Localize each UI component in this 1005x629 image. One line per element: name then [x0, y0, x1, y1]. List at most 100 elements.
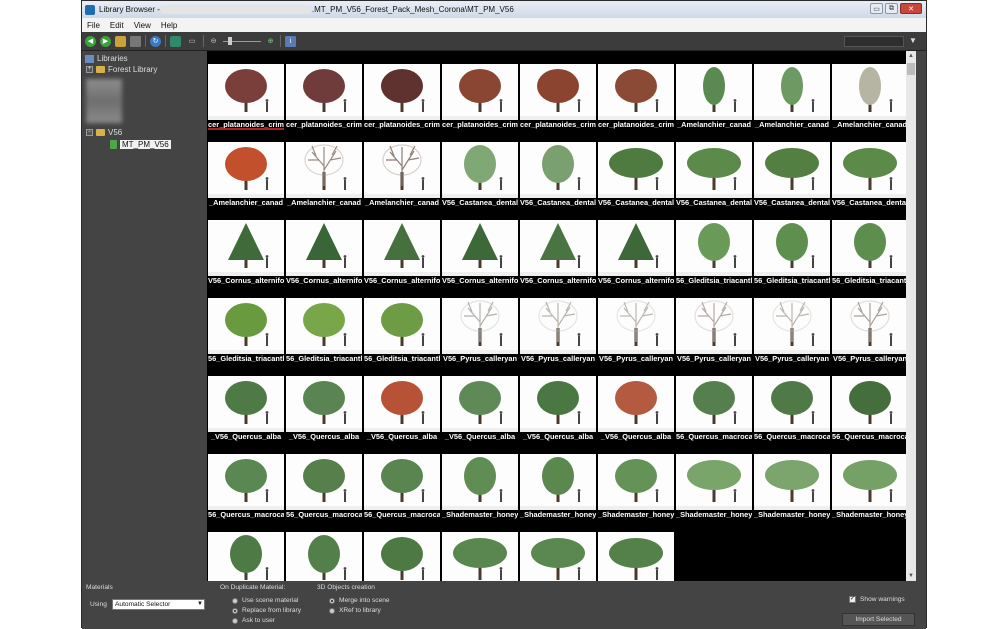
- search-input[interactable]: [844, 36, 904, 47]
- radio-dot[interactable]: [232, 607, 238, 614]
- thumbnail-item[interactable]: _V56_Quercus_alba: [364, 376, 440, 454]
- thumbnail-item[interactable]: V56_Castanea_dental: [442, 142, 518, 220]
- radio-merge-into-scene[interactable]: Merge into scene: [329, 597, 390, 604]
- radio-dot[interactable]: [329, 607, 335, 614]
- thumbnail-item[interactable]: 56_Quercus_macroca: [364, 454, 440, 532]
- zoom-slider[interactable]: [223, 37, 261, 45]
- thumbnail-item[interactable]: _Amelanchier_canad: [832, 64, 908, 142]
- thumbnail-item[interactable]: 56_Quercus_macroca: [832, 376, 908, 454]
- thumbnail-item[interactable]: cer_platanoides_crims: [442, 64, 518, 142]
- thumbnail-item[interactable]: _Shademaster_honeyl: [520, 454, 596, 532]
- tree-node-forest-library[interactable]: + Forest Library: [82, 64, 207, 75]
- thumbnail-item[interactable]: _V56_Quercus_alba: [208, 376, 284, 454]
- scroll-thumb[interactable]: [907, 63, 915, 75]
- tree-node-v56[interactable]: − V56: [82, 127, 207, 138]
- thumbnail-item[interactable]: V56_Castanea_dental: [832, 142, 908, 220]
- tree-node-mt-pm-v56[interactable]: MT_PM_V56: [82, 139, 207, 150]
- view-mode-icon[interactable]: ▭: [185, 36, 199, 47]
- zoom-in-icon[interactable]: ⊕: [265, 36, 276, 47]
- thumbnail-item[interactable]: V56_Pyrus_calleryan: [520, 298, 596, 376]
- thumbnail-item[interactable]: V56_Cornus_alternifol: [442, 220, 518, 298]
- thumbnail-item[interactable]: _V56_Quercus_alba: [520, 376, 596, 454]
- thumbnail-item[interactable]: V56_Castanea_dental: [676, 142, 752, 220]
- thumbnail-item[interactable]: [208, 532, 284, 581]
- import-selected-button[interactable]: Import Selected: [842, 613, 915, 626]
- thumbnail-item[interactable]: _Shademaster_honeyl: [754, 454, 830, 532]
- thumbnail-item[interactable]: cer_platanoides_crims: [208, 64, 284, 142]
- thumbnail-item[interactable]: V56_Cornus_alternifol: [208, 220, 284, 298]
- thumbnail-item[interactable]: _Amelanchier_canad: [286, 142, 362, 220]
- using-select[interactable]: Automatic Selector ▼: [112, 599, 205, 610]
- back-icon[interactable]: ◀: [85, 35, 96, 47]
- thumbnail-item[interactable]: _V56_Quercus_alba: [286, 376, 362, 454]
- tree-root[interactable]: Libraries: [82, 53, 207, 64]
- thumbnail-item[interactable]: 56_Quercus_macroca: [676, 376, 752, 454]
- thumbnail-item[interactable]: _Shademaster_honeyl: [676, 454, 752, 532]
- thumbnail-item[interactable]: 56_Quercus_macroca: [754, 376, 830, 454]
- thumbnail-item[interactable]: _Shademaster_honeyl: [832, 454, 908, 532]
- thumbnail-item[interactable]: V56_Cornus_alternifol: [598, 220, 674, 298]
- thumbnail-item[interactable]: 56_Gleditsia_triacantl: [208, 298, 284, 376]
- thumbnail-item[interactable]: _V56_Quercus_alba: [442, 376, 518, 454]
- thumbnail-item[interactable]: _Amelanchier_canad: [208, 142, 284, 220]
- thumbnail-item[interactable]: 56_Gleditsia_triacantl: [754, 220, 830, 298]
- menu-edit[interactable]: Edit: [105, 21, 129, 30]
- expand-icon[interactable]: +: [86, 66, 93, 73]
- radio-xref-to-library[interactable]: XRef to library: [329, 607, 381, 614]
- minimize-button[interactable]: ▭: [870, 3, 883, 14]
- thumbnail-item[interactable]: _Amelanchier_canad: [364, 142, 440, 220]
- thumbnail-item[interactable]: [442, 532, 518, 581]
- thumbnail-item[interactable]: V56_Pyrus_calleryan: [676, 298, 752, 376]
- radio-dot[interactable]: [232, 617, 238, 624]
- scroll-down-icon[interactable]: ▼: [906, 571, 916, 581]
- thumbnail-item[interactable]: 56_Gleditsia_triacantl: [832, 220, 908, 298]
- thumbnail-item[interactable]: 56_Gleditsia_triacantl: [676, 220, 752, 298]
- radio-dot[interactable]: [329, 597, 335, 604]
- thumbnail-item[interactable]: V56_Pyrus_calleryan: [754, 298, 830, 376]
- show-warnings-checkbox[interactable]: ✓ Show warnings: [849, 596, 905, 603]
- thumbnail-item[interactable]: V56_Pyrus_calleryan: [598, 298, 674, 376]
- thumbnail-item[interactable]: cer_platanoides_crims: [520, 64, 596, 142]
- thumbnail-item[interactable]: V56_Pyrus_calleryan: [832, 298, 908, 376]
- open-folder-icon[interactable]: [115, 35, 126, 47]
- thumbnail-item[interactable]: [520, 532, 596, 581]
- scroll-up-icon[interactable]: ▲: [906, 51, 916, 61]
- collapse-icon[interactable]: −: [86, 129, 93, 136]
- thumbnail-item[interactable]: [364, 532, 440, 581]
- thumbnail-item[interactable]: cer_platanoides_crims: [364, 64, 440, 142]
- thumbnail-item[interactable]: cer_platanoides_crims: [286, 64, 362, 142]
- thumbnail-item[interactable]: V56_Cornus_alternifol: [364, 220, 440, 298]
- info-icon[interactable]: i: [285, 35, 296, 47]
- zoom-out-icon[interactable]: ⊖: [208, 36, 219, 47]
- menu-file[interactable]: File: [82, 21, 105, 30]
- tree-view-icon[interactable]: [170, 35, 181, 47]
- refresh-icon[interactable]: ↻: [150, 35, 161, 47]
- thumbnail-item[interactable]: [286, 532, 362, 581]
- thumbnail-item[interactable]: V56_Castanea_dental: [520, 142, 596, 220]
- radio-use-scene-material[interactable]: Use scene material: [232, 597, 298, 604]
- thumbnail-item[interactable]: 56_Quercus_macroca: [208, 454, 284, 532]
- thumbnail-item[interactable]: _V56_Quercus_alba: [598, 376, 674, 454]
- radio-ask-to-user[interactable]: Ask to user: [232, 617, 275, 624]
- thumbnail-item[interactable]: cer_platanoides_crims: [598, 64, 674, 142]
- thumbnail-item[interactable]: _Shademaster_honeyl: [598, 454, 674, 532]
- thumbnail-item[interactable]: V56_Cornus_alternifol: [286, 220, 362, 298]
- menu-view[interactable]: View: [129, 21, 156, 30]
- vertical-scrollbar[interactable]: ▲ ▼: [906, 51, 916, 581]
- radio-replace-from-library[interactable]: Replace from library: [232, 607, 301, 614]
- thumbnail-item[interactable]: V56_Pyrus_calleryan: [442, 298, 518, 376]
- maximize-button[interactable]: ⧉: [885, 3, 898, 14]
- radio-dot[interactable]: [232, 597, 238, 604]
- thumbnail-item[interactable]: _Amelanchier_canad: [676, 64, 752, 142]
- zoom-knob[interactable]: [228, 37, 233, 45]
- thumbnail-item[interactable]: V56_Castanea_dental: [754, 142, 830, 220]
- forward-icon[interactable]: ▶: [100, 35, 111, 47]
- close-button[interactable]: ✕: [900, 3, 922, 14]
- checkbox-box[interactable]: ✓: [849, 596, 856, 603]
- thumbnail-item[interactable]: 56_Gleditsia_triacantl: [364, 298, 440, 376]
- thumbnail-item[interactable]: [598, 532, 674, 581]
- filter-icon[interactable]: ▼: [909, 36, 920, 47]
- menu-help[interactable]: Help: [156, 21, 182, 30]
- thumbnail-item[interactable]: _Amelanchier_canad: [754, 64, 830, 142]
- thumbnail-item[interactable]: 56_Gleditsia_triacantl: [286, 298, 362, 376]
